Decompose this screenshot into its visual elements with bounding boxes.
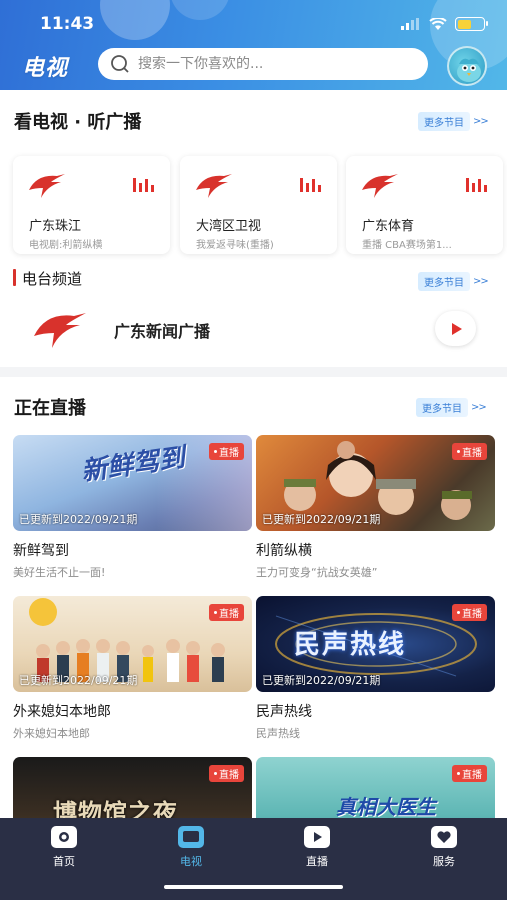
home-indicator	[164, 885, 343, 889]
update-label: 已更新到2022/09/21期	[19, 674, 138, 687]
channel-program: 我爱返寻味(重播)	[196, 240, 274, 251]
more-arrow-icon: >>	[473, 276, 489, 287]
live-thumbnail: 新鲜驾到 直播 已更新到2022/09/21期	[13, 435, 252, 531]
live-play-icon	[304, 826, 330, 848]
nav-item-live[interactable]: 直播	[287, 826, 347, 869]
radio-play-button[interactable]	[435, 311, 476, 346]
live-badge: 直播	[452, 443, 487, 460]
live-badge: 直播	[209, 443, 244, 460]
live-subtitle: 美好生活不止一面!	[13, 566, 106, 579]
audio-bars-icon	[133, 178, 154, 192]
gdtv-logo-icon	[196, 174, 232, 198]
update-label: 已更新到2022/09/21期	[262, 513, 381, 526]
live-card-2[interactable]: 直播 已更新到2022/09/21期 外来媳妇本地郎 外来媳妇本地郎	[13, 596, 252, 741]
search-bar[interactable]	[98, 48, 428, 80]
thumbnail-art-text: 民声热线	[294, 630, 407, 660]
search-input[interactable]	[138, 56, 398, 72]
tv-section-title: 看电视 · 听广播	[14, 112, 142, 133]
status-icons	[401, 17, 488, 31]
status-bar: 11:43	[0, 0, 507, 48]
nav-item-home[interactable]: 首页	[34, 826, 94, 869]
live-badge: 直播	[452, 604, 487, 621]
nav-label: 服务	[433, 855, 455, 868]
live-title: 新鲜驾到	[13, 543, 69, 559]
section-accent-bar	[13, 269, 16, 286]
channel-card-1[interactable]: 大湾区卫视 我爱返寻味(重播)	[180, 156, 337, 254]
channel-card-0[interactable]: 广东珠江 电视剧:利箭纵横	[13, 156, 170, 254]
header: 11:43 电视	[0, 0, 507, 90]
live-thumbnail: 民声热线 直播 已更新到2022/09/21期	[256, 596, 495, 692]
play-icon	[451, 322, 462, 335]
live-more-link[interactable]: 更多节目 >>	[416, 398, 487, 417]
live-badge: 直播	[209, 765, 244, 782]
app-title: 电视	[22, 56, 69, 81]
home-icon	[51, 826, 77, 848]
wifi-icon	[429, 17, 447, 30]
tv-more-link[interactable]: 更多节目 >>	[418, 112, 489, 131]
radio-more-link[interactable]: 更多节目 >>	[418, 272, 489, 291]
signal-icon	[401, 18, 419, 30]
gdtv-logo-icon	[29, 174, 65, 198]
channel-name: 广东珠江	[29, 219, 82, 234]
channel-card-2[interactable]: 广东体育 重播 CBA赛场第1...	[346, 156, 503, 254]
gdtv-logo-icon	[362, 174, 398, 198]
live-subtitle: 民声热线	[256, 727, 300, 740]
live-thumbnail: 直播 已更新到2022/09/21期	[13, 596, 252, 692]
avatar[interactable]	[447, 46, 487, 86]
channel-name: 广东体育	[362, 219, 415, 234]
thumbnail-art-text: 真相大医生	[336, 795, 436, 819]
live-thumbnail: 直播 已更新到2022/09/21期	[256, 435, 495, 531]
channel-program: 重播 CBA赛场第1...	[362, 240, 452, 251]
tv-icon	[178, 826, 204, 848]
channel-program: 电视剧:利箭纵横	[29, 240, 103, 251]
more-label: 更多节目	[416, 398, 468, 417]
live-card-3[interactable]: 民声热线 直播 已更新到2022/09/21期 民声热线 民声热线	[256, 596, 495, 741]
live-card-0[interactable]: 新鲜驾到 直播 已更新到2022/09/21期 新鲜驾到 美好生活不止一面!	[13, 435, 252, 580]
nav-label: 直播	[306, 855, 328, 868]
live-subtitle: 王力可变身“抗战女英雄”	[256, 566, 378, 579]
live-card-1[interactable]: 直播 已更新到2022/09/21期 利箭纵横 王力可变身“抗战女英雄”	[256, 435, 495, 580]
more-label: 更多节目	[418, 112, 470, 131]
live-title: 利箭纵横	[256, 543, 312, 559]
live-title: 民声热线	[256, 704, 312, 720]
nav-item-service[interactable]: 服务	[414, 826, 474, 869]
channel-name: 大湾区卫视	[196, 219, 262, 234]
audio-bars-icon	[300, 178, 321, 192]
update-label: 已更新到2022/09/21期	[262, 674, 381, 687]
service-heart-icon	[431, 826, 457, 848]
radio-station-name[interactable]: 广东新闻广播	[114, 318, 210, 342]
more-arrow-icon: >>	[473, 116, 489, 127]
search-icon	[111, 55, 129, 73]
live-subtitle: 外来媳妇本地郎	[13, 727, 90, 740]
gd-radio-logo-icon	[34, 313, 86, 348]
status-time: 11:43	[40, 14, 95, 34]
radio-section-title: 电台频道	[22, 270, 83, 288]
battery-icon	[455, 17, 488, 31]
audio-bars-icon	[466, 178, 487, 192]
section-divider	[0, 367, 507, 377]
more-label: 更多节目	[418, 272, 470, 291]
nav-label: 电视	[180, 855, 202, 868]
avatar-bird-icon	[457, 58, 481, 82]
update-label: 已更新到2022/09/21期	[19, 513, 138, 526]
live-badge: 直播	[452, 765, 487, 782]
nav-item-tv[interactable]: 电视	[161, 826, 221, 869]
live-badge: 直播	[209, 604, 244, 621]
live-section-title: 正在直播	[14, 398, 86, 419]
nav-label: 首页	[53, 855, 75, 868]
live-title: 外来媳妇本地郎	[13, 704, 111, 720]
more-arrow-icon: >>	[471, 402, 487, 413]
